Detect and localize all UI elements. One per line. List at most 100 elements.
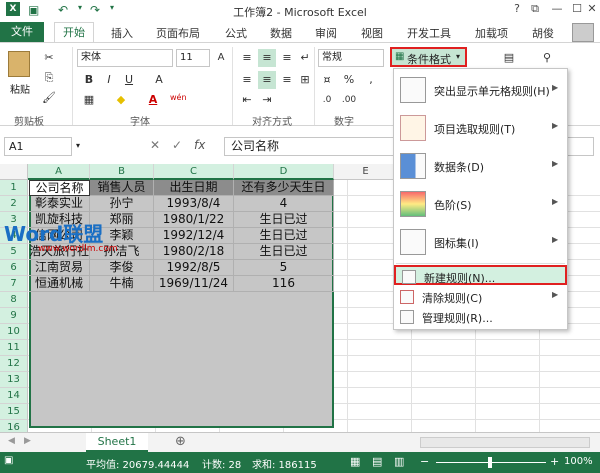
menu-item-highlight-rules[interactable]: 突出显示单元格规则(H) ▶ — [394, 71, 567, 109]
table-cell[interactable]: 生日已过 — [234, 228, 334, 244]
tab-developer[interactable]: 开发工具 — [407, 25, 451, 41]
menu-item-color-scales[interactable]: 色阶(S) ▶ — [394, 185, 567, 223]
table-cell[interactable]: 生日已过 — [234, 244, 334, 260]
name-box-dropdown-icon[interactable]: ▾ — [76, 141, 80, 150]
wrap-text-icon[interactable]: ↵ — [296, 49, 314, 67]
align-center-icon[interactable]: ≡ — [258, 71, 276, 89]
column-header-a[interactable]: A — [28, 164, 90, 180]
tab-addins[interactable]: 加载项 — [475, 25, 508, 41]
minimize-button[interactable]: — — [546, 2, 568, 18]
table-cell[interactable]: 江南贸易 — [29, 260, 90, 276]
row-header[interactable]: 13 — [0, 372, 28, 388]
avatar[interactable] — [572, 23, 594, 42]
paste-button[interactable]: 粘贴 — [10, 81, 30, 96]
phonetic-icon[interactable]: wén — [170, 93, 187, 102]
tab-home[interactable]: 开始 — [54, 22, 94, 43]
currency-icon[interactable]: ¤ — [318, 71, 336, 89]
table-cell[interactable]: 牛楠 — [90, 276, 154, 292]
zoom-out-button[interactable]: − — [420, 455, 429, 468]
tab-data[interactable]: 数据 — [270, 25, 292, 41]
menu-item-icon-sets[interactable]: 图标集(I) ▶ — [394, 223, 567, 261]
sheet-tab-sheet1[interactable]: Sheet1 — [86, 433, 148, 452]
table-cell[interactable]: 5 — [234, 260, 334, 276]
table-cell[interactable]: 彰泰实业 — [29, 196, 90, 212]
row-header[interactable]: 11 — [0, 340, 28, 356]
comma-icon[interactable]: , — [362, 71, 380, 89]
tab-insert[interactable]: 插入 — [111, 25, 133, 41]
underline-button[interactable]: U — [120, 71, 138, 89]
ribbon-display-button[interactable]: ⧉ — [524, 2, 546, 18]
normal-view-icon[interactable]: ▦ — [350, 455, 360, 468]
column-header-c[interactable]: C — [154, 164, 234, 180]
decrease-decimal-icon[interactable]: .00 — [340, 91, 358, 109]
tab-page-layout[interactable]: 页面布局 — [156, 25, 200, 41]
table-header-cell[interactable]: 销售人员 — [90, 180, 154, 196]
column-header-e[interactable]: E — [334, 164, 398, 180]
borders-icon[interactable]: ▦ — [80, 91, 98, 109]
page-break-view-icon[interactable]: ▥ — [394, 455, 404, 468]
add-sheet-button[interactable]: ⊕ — [175, 434, 186, 449]
table-cell[interactable]: 1980/1/22 — [154, 212, 234, 228]
table-cell[interactable]: 李俊 — [90, 260, 154, 276]
number-format-select[interactable]: 常规 — [318, 49, 384, 67]
increase-indent-icon[interactable]: ⇥ — [258, 91, 276, 109]
align-top-icon[interactable]: ≡ — [238, 49, 256, 67]
page-layout-view-icon[interactable]: ▤ — [372, 455, 382, 468]
menu-item-new-rule[interactable]: 新建规则(N)... — [394, 265, 567, 285]
merge-cells-icon[interactable]: ⊞ — [296, 71, 314, 89]
insert-function-button[interactable]: fx — [194, 138, 205, 152]
font-size-select[interactable]: 11 — [176, 49, 210, 67]
row-header[interactable]: 9 — [0, 308, 28, 324]
row-header[interactable]: 10 — [0, 324, 28, 340]
align-bottom-icon[interactable]: ≡ — [278, 49, 296, 67]
table-cell[interactable]: 1992/12/4 — [154, 228, 234, 244]
percent-icon[interactable]: % — [340, 71, 358, 89]
row-header[interactable]: 6 — [0, 260, 28, 276]
table-header-cell[interactable]: 出生日期 — [154, 180, 234, 196]
format-painter-icon[interactable]: 🖌 — [40, 89, 58, 107]
table-cell[interactable]: 4 — [234, 196, 334, 212]
menu-item-manage-rules[interactable]: 管理规则(R)... — [394, 307, 567, 327]
decrease-indent-icon[interactable]: ⇤ — [238, 91, 256, 109]
scroll-right-icon[interactable]: ▶ — [24, 436, 31, 446]
tab-review[interactable]: 审阅 — [315, 25, 337, 41]
table-header-cell[interactable]: 公司名称 — [29, 180, 90, 196]
paste-icon[interactable] — [8, 51, 30, 77]
table-cell[interactable]: 1969/11/24 — [154, 276, 234, 292]
font-shrink-icon[interactable]: A — [150, 71, 168, 89]
name-box[interactable]: A1 — [4, 137, 72, 156]
row-header[interactable]: 15 — [0, 404, 28, 420]
zoom-in-button[interactable]: + — [550, 455, 559, 468]
zoom-level[interactable]: 100% — [564, 456, 593, 467]
table-header-cell[interactable]: 还有多少天生日 — [234, 180, 334, 196]
font-color-button[interactable]: A — [144, 91, 162, 109]
table-cell[interactable]: 孙宁 — [90, 196, 154, 212]
align-left-icon[interactable]: ≡ — [238, 71, 256, 89]
table-cell[interactable]: 1993/8/4 — [154, 196, 234, 212]
scroll-left-icon[interactable]: ◀ — [8, 436, 15, 446]
menu-item-data-bars[interactable]: 数据条(D) ▶ — [394, 147, 567, 185]
cut-icon[interactable]: ✂ — [40, 49, 58, 67]
cancel-icon[interactable]: ✕ — [150, 138, 160, 152]
menu-item-top-bottom-rules[interactable]: 项目选取规则(T) ▶ — [394, 109, 567, 147]
row-header[interactable]: 12 — [0, 356, 28, 372]
horizontal-scrollbar[interactable] — [420, 437, 590, 448]
close-button[interactable]: ✕ — [584, 2, 600, 18]
italic-button[interactable]: I — [100, 71, 118, 89]
menu-item-clear-rules[interactable]: 清除规则(C) ▶ — [394, 287, 567, 307]
row-header[interactable]: 14 — [0, 388, 28, 404]
fill-color-icon[interactable]: ◆ — [112, 91, 130, 109]
table-cell[interactable]: 1980/2/18 — [154, 244, 234, 260]
font-grow-icon[interactable]: A — [212, 49, 230, 67]
row-header[interactable]: 2 — [0, 196, 28, 212]
enter-icon[interactable]: ✓ — [172, 138, 182, 152]
conditional-format-button[interactable]: ▦ 条件格式 ▾ — [390, 47, 467, 67]
select-all-corner[interactable] — [0, 164, 28, 180]
table-cell[interactable]: 116 — [234, 276, 334, 292]
insert-cells-icon[interactable]: ▤ — [500, 49, 518, 67]
find-icon[interactable]: ⚲ — [538, 49, 556, 67]
user-name[interactable]: 胡俊 — [532, 25, 554, 41]
tab-view[interactable]: 视图 — [361, 25, 383, 41]
copy-icon[interactable]: ⎘ — [40, 69, 58, 87]
tab-formulas[interactable]: 公式 — [225, 25, 247, 41]
